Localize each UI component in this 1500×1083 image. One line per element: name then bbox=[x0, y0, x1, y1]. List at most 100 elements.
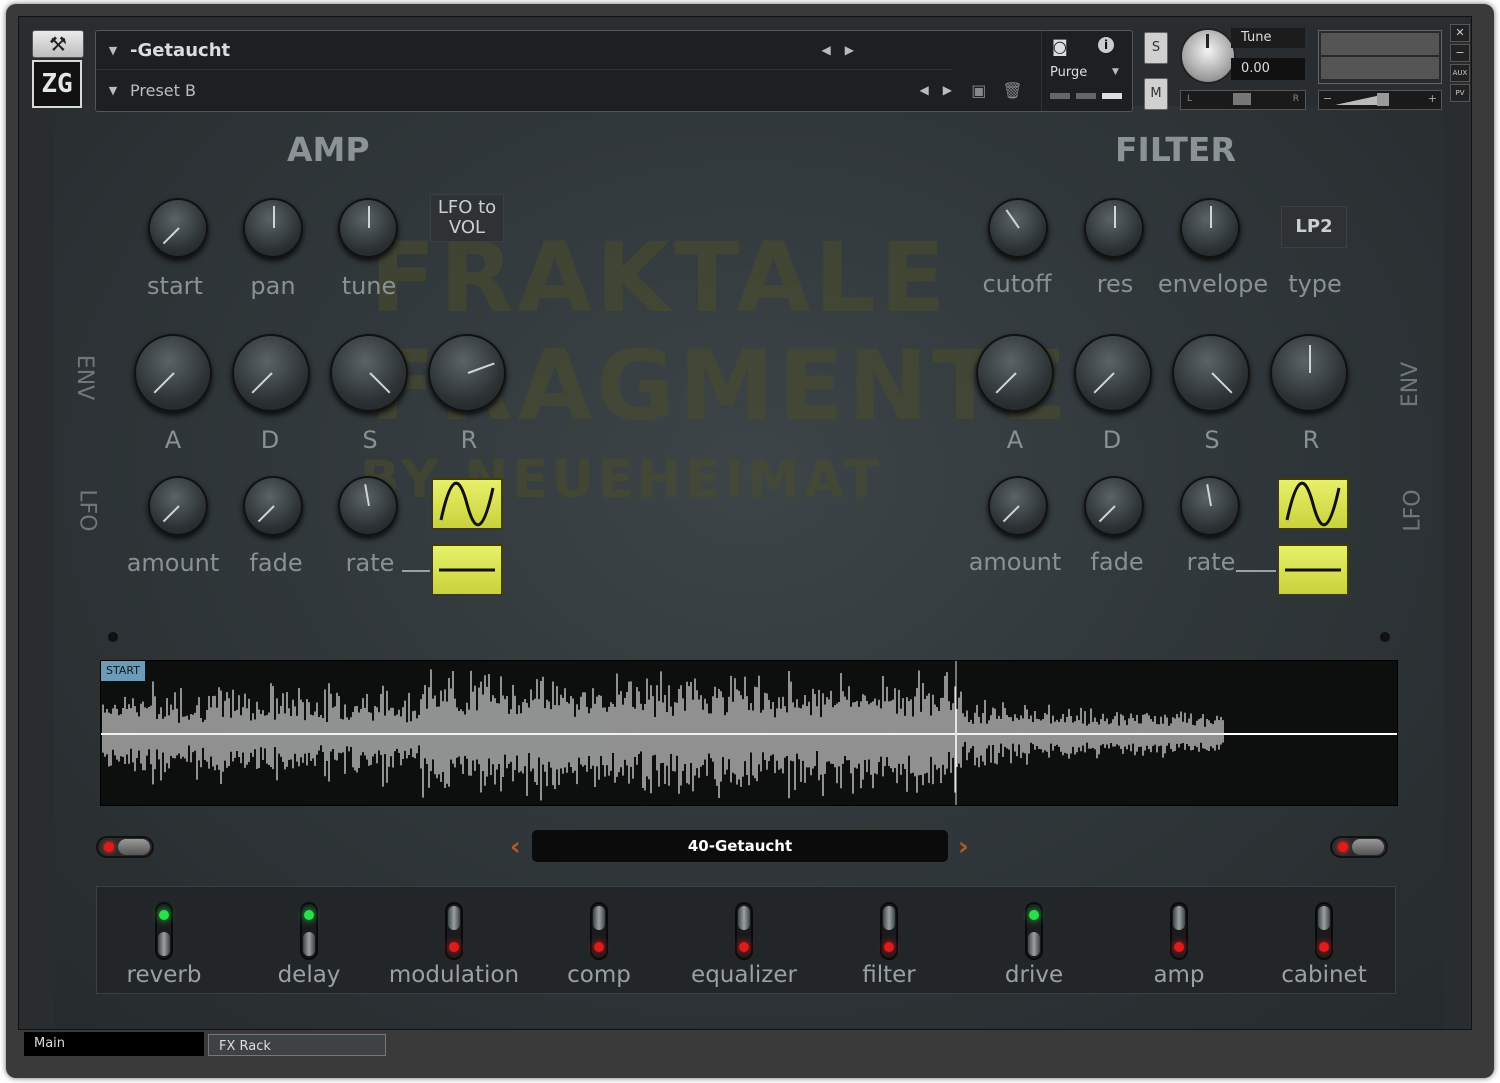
filter-attack-knob[interactable] bbox=[976, 334, 1054, 412]
fx-switch-modulation[interactable] bbox=[445, 902, 463, 960]
trash-icon[interactable]: 🗑 bbox=[1002, 81, 1022, 100]
prev-arrow-icon[interactable]: ◀ bbox=[822, 43, 831, 57]
tune-value[interactable]: 0.00 bbox=[1231, 58, 1305, 80]
filter-decay-label: D bbox=[1102, 426, 1122, 454]
preset-nav: ◀ ▶ bbox=[920, 83, 952, 97]
lfo-side-label-left: LFO bbox=[74, 489, 100, 532]
amp-lfo-amount-knob[interactable] bbox=[148, 476, 208, 536]
start-marker[interactable]: START bbox=[101, 661, 145, 681]
tune-knob[interactable] bbox=[1180, 28, 1236, 84]
pan-slider[interactable]: L R bbox=[1180, 90, 1306, 110]
amp-lfo-sync-icon[interactable] bbox=[431, 544, 503, 596]
instrument-nav: ◀ ▶ bbox=[822, 43, 854, 57]
preset-name: Preset B bbox=[130, 80, 196, 100]
vol-handle[interactable] bbox=[1377, 93, 1389, 106]
amp-tune-knob[interactable] bbox=[338, 198, 398, 258]
fx-switch-delay[interactable] bbox=[300, 902, 318, 960]
next-arrow-icon[interactable]: ▶ bbox=[943, 83, 952, 97]
vol-ramp bbox=[1335, 95, 1381, 105]
filter-cutoff-label: cutoff bbox=[982, 270, 1052, 298]
switch-cap bbox=[593, 906, 605, 930]
amp-start-knob[interactable] bbox=[148, 198, 208, 258]
fx-label-modulation: modulation bbox=[388, 962, 520, 988]
screw-right bbox=[1380, 632, 1390, 642]
tab-fx-rack[interactable]: FX Rack bbox=[208, 1034, 386, 1056]
pan-left-label: L bbox=[1187, 94, 1193, 104]
led-off-icon bbox=[1319, 942, 1329, 952]
prev-arrow-icon[interactable]: ◀ bbox=[920, 83, 929, 97]
filter-sustain-knob[interactable] bbox=[1172, 334, 1250, 412]
filter-res-knob[interactable] bbox=[1084, 198, 1144, 258]
filter-release-knob[interactable] bbox=[1270, 334, 1348, 412]
amp-pan-knob[interactable] bbox=[243, 198, 303, 258]
left-toggle-switch[interactable] bbox=[96, 836, 154, 858]
filter-lfo-amount-knob[interactable] bbox=[988, 476, 1048, 536]
preset-actions: ▣ 🗑 bbox=[952, 71, 1042, 109]
filter-lfo-amount-label: amount bbox=[968, 548, 1062, 576]
minimize-icon[interactable]: − bbox=[1450, 44, 1470, 62]
amp-decay-knob[interactable] bbox=[232, 334, 310, 412]
amp-lfo-sine-icon[interactable] bbox=[431, 478, 503, 530]
amp-decay-label: D bbox=[260, 426, 280, 454]
camera-icon[interactable]: ◙ bbox=[1052, 37, 1068, 56]
aux-button[interactable]: AUX bbox=[1450, 64, 1470, 82]
led-off-icon bbox=[594, 942, 604, 952]
instrument-name-row[interactable]: ▼ -Getaucht ◀ ▶ bbox=[96, 31, 952, 70]
vol-minus-label: − bbox=[1323, 92, 1333, 105]
fx-switch-comp[interactable] bbox=[590, 902, 608, 960]
amp-sustain-knob[interactable] bbox=[330, 334, 408, 412]
fx-label-cabinet: cabinet bbox=[1281, 962, 1367, 988]
vol-plus-label: + bbox=[1427, 92, 1437, 105]
save-icon[interactable]: ▣ bbox=[971, 81, 986, 100]
info-icon[interactable]: i bbox=[1098, 37, 1114, 53]
solo-button[interactable]: S bbox=[1144, 32, 1168, 64]
memory-bars bbox=[1050, 93, 1122, 99]
fx-switch-filter[interactable] bbox=[880, 902, 898, 960]
filter-lfo-fade-knob[interactable] bbox=[1084, 476, 1144, 536]
filter-type-button[interactable]: LP2 bbox=[1281, 206, 1347, 248]
purge-dropdown-icon[interactable]: ▼ bbox=[1112, 67, 1119, 77]
mute-button[interactable]: M bbox=[1144, 78, 1168, 110]
lfo-to-vol-button[interactable]: LFO to VOL bbox=[430, 194, 504, 242]
filter-attack-label: A bbox=[1006, 426, 1024, 454]
dropdown-icon[interactable]: ▼ bbox=[96, 44, 130, 57]
filter-title: FILTER bbox=[1115, 130, 1236, 169]
switch-cap bbox=[1173, 906, 1185, 930]
right-toggle-switch[interactable] bbox=[1330, 836, 1388, 858]
amp-lfo-fade-knob[interactable] bbox=[243, 476, 303, 536]
next-sample-icon[interactable]: › bbox=[958, 832, 969, 862]
fx-switch-reverb[interactable] bbox=[155, 902, 173, 960]
waveform-display[interactable]: START bbox=[100, 660, 1398, 806]
filter-lfo-sine-icon[interactable] bbox=[1277, 478, 1349, 530]
dropdown-icon[interactable]: ▼ bbox=[96, 84, 130, 97]
amp-lfo-amount-label: amount bbox=[126, 549, 220, 577]
amp-release-label: R bbox=[460, 426, 478, 454]
close-icon[interactable]: ✕ bbox=[1450, 24, 1470, 42]
next-arrow-icon[interactable]: ▶ bbox=[845, 43, 854, 57]
filter-envelope-knob[interactable] bbox=[1180, 198, 1240, 258]
pan-handle[interactable] bbox=[1233, 93, 1251, 105]
lfo-side-label-right: LFO bbox=[1400, 489, 1426, 532]
switch-cap bbox=[448, 906, 460, 930]
filter-decay-knob[interactable] bbox=[1074, 334, 1152, 412]
instrument-header: ▼ -Getaucht ◀ ▶ ▼ Preset B ◀ ▶ ▣ 🗑 ◙ i Pur… bbox=[95, 30, 1133, 112]
pv-button[interactable]: PV bbox=[1450, 84, 1470, 102]
amp-tune-label: tune bbox=[341, 272, 397, 300]
tab-main[interactable]: Main bbox=[24, 1032, 204, 1056]
filter-cutoff-knob[interactable] bbox=[988, 198, 1048, 258]
fx-switch-drive[interactable] bbox=[1025, 902, 1043, 960]
wrench-icon[interactable]: ⚒ bbox=[32, 30, 84, 58]
sample-name-display[interactable]: 40-Getaucht bbox=[532, 830, 948, 862]
amp-release-knob[interactable] bbox=[428, 334, 506, 412]
volume-slider[interactable]: − + bbox=[1318, 90, 1442, 110]
filter-lfo-rate-knob[interactable] bbox=[1180, 476, 1240, 536]
preset-row[interactable]: ▼ Preset B ◀ ▶ bbox=[96, 71, 952, 109]
fx-switch-equalizer[interactable] bbox=[735, 902, 753, 960]
prev-sample-icon[interactable]: ‹ bbox=[510, 832, 521, 862]
filter-lfo-sync-icon[interactable] bbox=[1277, 544, 1349, 596]
amp-lfo-rate-knob[interactable] bbox=[338, 476, 398, 536]
fx-switch-cabinet[interactable] bbox=[1315, 902, 1333, 960]
fx-switch-amp[interactable] bbox=[1170, 902, 1188, 960]
purge-label[interactable]: Purge bbox=[1050, 65, 1087, 80]
amp-attack-knob[interactable] bbox=[134, 334, 212, 412]
